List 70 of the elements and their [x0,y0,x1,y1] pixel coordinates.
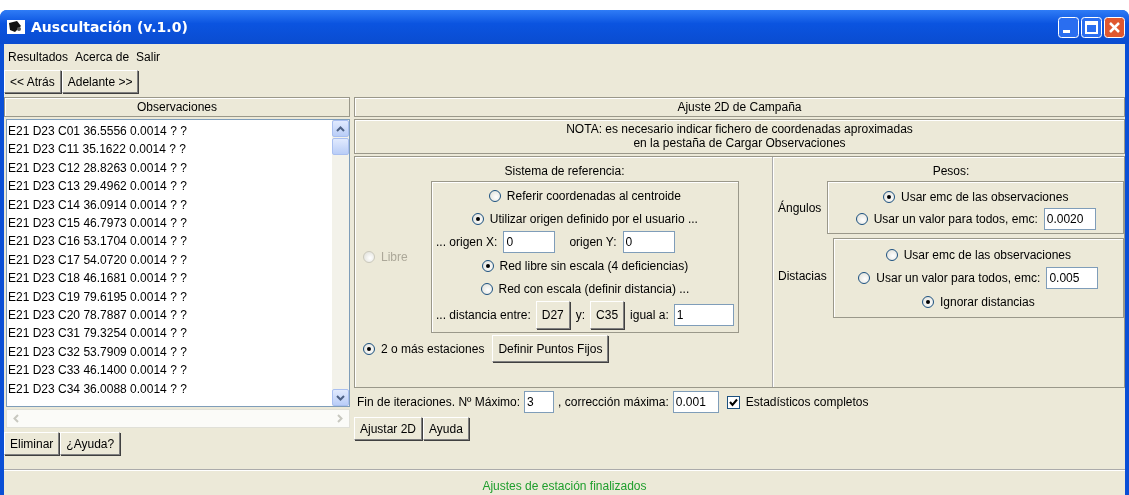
radio-button[interactable]: 2 o más estaciones [363,338,485,359]
action-button[interactable]: Eliminar [4,432,60,455]
radio-button[interactable]: Utilizar origen definido por el usuario ... [471,208,698,229]
input-field[interactable]: 0.001 [672,391,719,413]
point-button[interactable]: C35 [590,301,625,329]
field-label: y: [575,308,586,322]
action-button[interactable]: ¿Ayuda? [60,432,121,455]
list-item[interactable]: E21 D23 C19 79.6195 0.0014 ? ? [7,287,332,307]
field-label: ... origen X: [436,235,498,249]
field-label: ... distancia entre: [436,308,531,322]
list-item[interactable]: E21 D23 C01 36.5556 0.0014 ? ? [7,122,332,141]
nav-button[interactable]: << Atrás [4,70,61,93]
vertical-scrollbar[interactable] [332,120,349,406]
field-label: , corrección máxima: [558,395,669,409]
nav-button[interactable]: Adelante >> [61,70,139,93]
fixed-points-button[interactable]: Definir Puntos Fijos [492,335,609,362]
minimize-button[interactable] [1058,16,1079,38]
list-item[interactable]: E21 D23 C12 28.8263 0.0014 ? ? [7,158,332,178]
radio-button[interactable]: Usar emc de las observaciones [885,242,1072,267]
list-item[interactable]: E21 D23 C11 35.1622 0.0014 ? ? [7,140,332,159]
radio-button[interactable]: Usar un valor para todos, emc: [858,267,1041,289]
input-field[interactable]: 0 [503,231,556,253]
list-item[interactable]: E21 D23 C18 46.1681 0.0014 ? ? [7,269,332,288]
radio-button[interactable]: Ignorar distancias [922,289,1035,314]
list-item[interactable]: E21 D23 C13 29.4962 0.0014 ? ? [7,177,332,196]
field-label: origen Y: [569,235,617,249]
section-title: Pesos: [931,163,971,180]
action-button[interactable]: Ajustar 2D [354,417,423,440]
input-field[interactable]: 0.0020 [1043,208,1096,230]
group-label: Distacias [778,269,827,283]
list-item[interactable]: E21 D23 C31 79.3254 0.0014 ? ? [7,324,332,343]
close-button[interactable] [1104,16,1125,38]
panel-header: Observaciones [4,97,350,117]
radio-button[interactable]: Referir coordenadas al centroide [488,185,681,206]
input-field[interactable]: 3 [524,391,555,413]
list-item[interactable]: E21 D23 C16 53.1704 0.0014 ? ? [7,232,332,251]
radio-button[interactable]: Red con escala (definir distancia) ... [480,278,690,299]
menu-item[interactable]: Salir [136,50,161,64]
checkbox[interactable]: Estadísticos completos [726,395,869,409]
list-item[interactable]: E21 D23 C15 46.7973 0.0014 ? ? [7,214,332,233]
menu-item[interactable]: Resultados [8,50,69,64]
group-label: Ángulos [778,200,822,215]
radio-button[interactable]: Red libre sin escala (4 deficiencias) [481,255,689,276]
list-item[interactable]: E21 D23 C14 36.0914 0.0014 ? ? [7,195,332,215]
window-title: Auscultación (v.1.0) [31,19,189,35]
maximize-button[interactable] [1081,16,1102,38]
action-button[interactable]: Ayuda [423,417,469,440]
list-item[interactable]: E21 D23 C32 53.7909 0.0014 ? ? [7,342,332,362]
scroll-thumb[interactable] [332,138,349,155]
list-item[interactable]: E21 D23 C33 46.1400 0.0014 ? ? [7,361,332,380]
field-label: Fin de iteraciones. Nº Máximo: [357,395,521,409]
checkmark-icon [728,397,738,407]
list-item[interactable]: E21 D23 C20 78.7887 0.0014 ? ? [7,306,332,325]
radio-button[interactable]: Usar un valor para todos, emc: [855,208,1038,230]
note-text: en la pestaña de Cargar Observaciones [632,136,847,150]
app-icon [7,19,25,35]
list-item[interactable]: E21 D23 C17 54.0720 0.0014 ? ? [7,250,332,270]
input-field[interactable]: 0 [622,231,675,253]
field-label: igual a: [630,308,669,322]
note-text: NOTA: es necesario indicar fichero de coordenadas aproximadas [565,122,914,136]
status-bar: Ajustes de estación finalizados [4,469,1125,495]
point-button[interactable]: D27 [535,301,570,329]
input-field[interactable]: 1 [673,304,734,326]
horizontal-scrollbar[interactable] [6,409,350,428]
input-field[interactable]: 0.005 [1046,267,1099,289]
panel-header: Ajuste 2D de Campaña [354,97,1125,117]
menu-item[interactable]: Acerca de [75,50,130,64]
section-title: Sistema de referencia: [503,163,626,180]
radio-button[interactable]: Usar emc de las observaciones [882,185,1069,208]
list-item[interactable]: E21 D23 C34 36.0088 0.0014 ? ? [7,379,332,399]
